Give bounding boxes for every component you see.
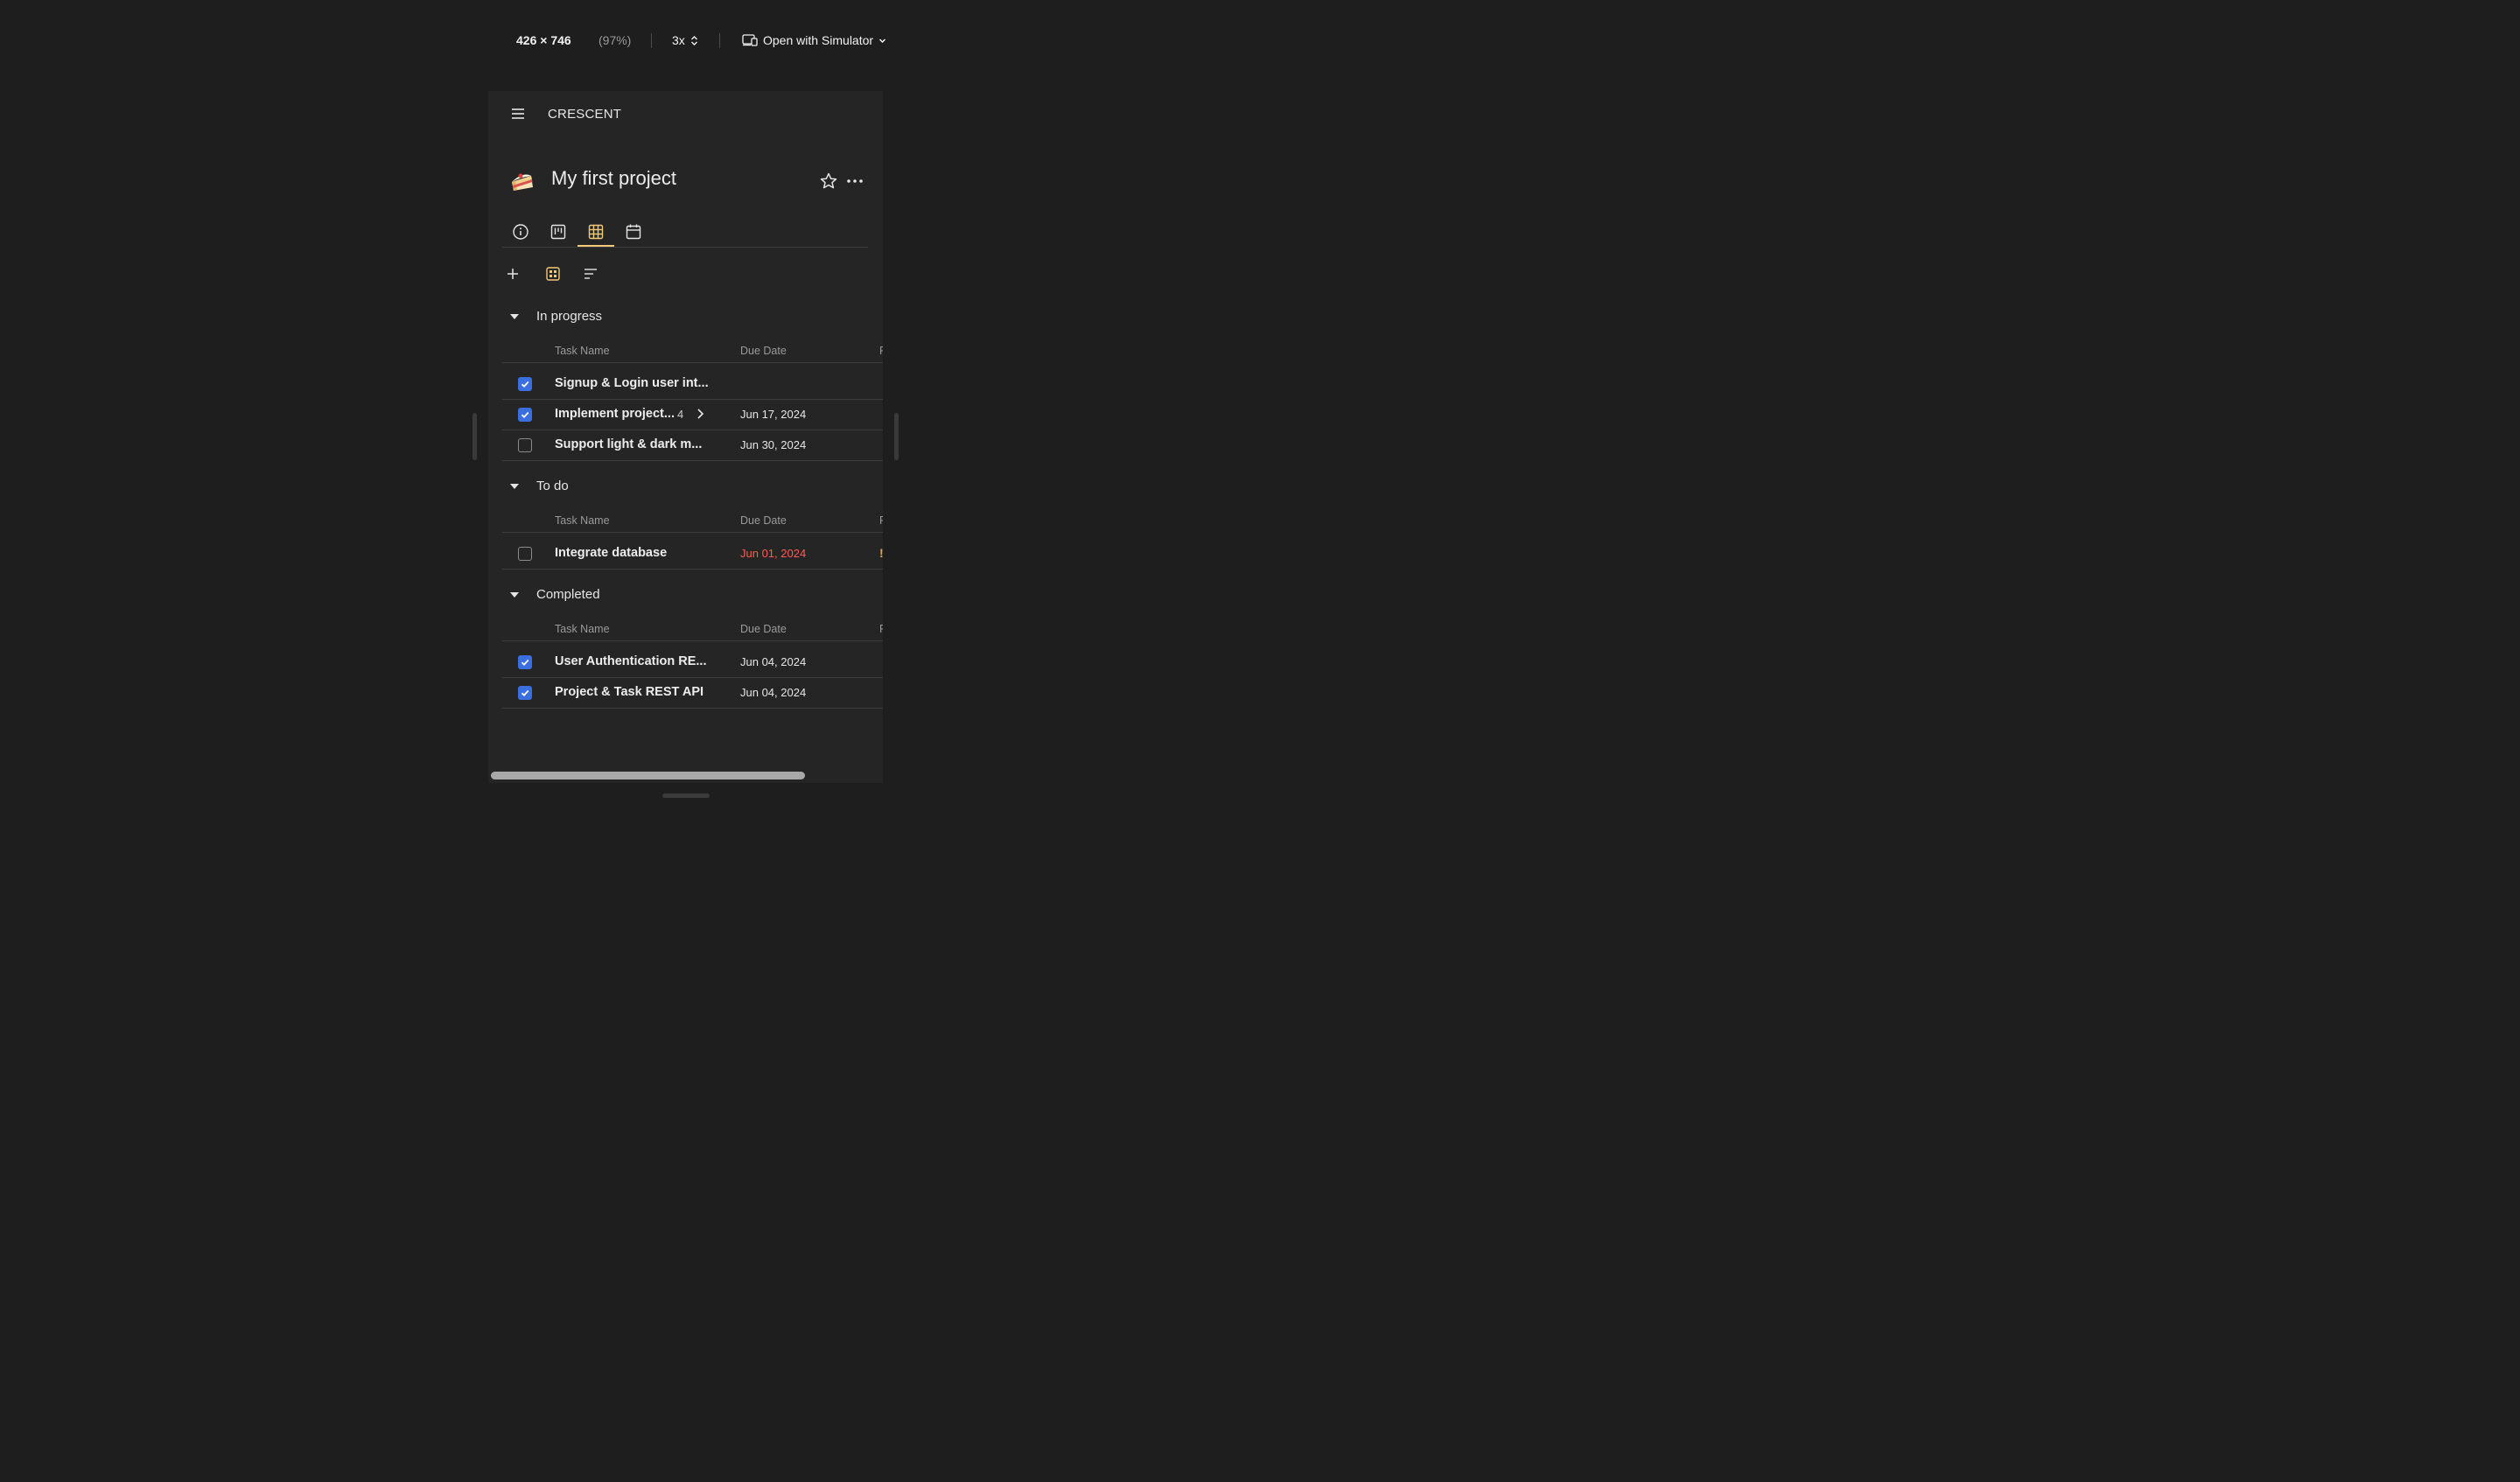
task-name: Project & Task REST API: [555, 685, 704, 699]
table-row[interactable]: Signup & Login user int...: [502, 369, 883, 400]
due-date: Jun 17, 2024: [740, 408, 807, 421]
device-screen: CRESCENT My first project In progress Ta…: [488, 91, 883, 783]
horizontal-scrollbar[interactable]: [491, 772, 805, 779]
divider: [651, 33, 652, 48]
view-tabs: [502, 218, 868, 248]
column-partial: P: [879, 623, 883, 635]
section-title: In progress: [536, 309, 603, 324]
plus-icon: [508, 269, 518, 279]
hamburger-menu-icon[interactable]: [511, 108, 525, 120]
check-icon: [521, 659, 529, 667]
tab-info[interactable]: [502, 218, 539, 246]
chevron-down-icon: [879, 38, 886, 43]
tab-table[interactable]: [578, 218, 614, 247]
table-row[interactable]: User Authentication RE... Jun 04, 2024: [502, 647, 883, 678]
group-icon: [546, 267, 560, 281]
zoom-level: (97%): [598, 33, 632, 47]
star-icon[interactable]: [819, 171, 838, 191]
calendar-icon: [626, 224, 641, 240]
divider: [719, 33, 720, 48]
sort-button[interactable]: [579, 262, 602, 285]
resize-handle-left[interactable]: [472, 413, 477, 460]
scale-label: 3x: [672, 33, 685, 47]
column-task-name[interactable]: Task Name: [555, 514, 610, 527]
section-title: To do: [536, 479, 569, 493]
more-icon[interactable]: [845, 175, 864, 187]
table-row[interactable]: Implement project... 4 Jun 17, 2024: [502, 400, 883, 430]
column-due-date[interactable]: Due Date: [740, 345, 787, 357]
open-with-label: Open with Simulator: [763, 33, 874, 47]
task-checkbox[interactable]: [518, 438, 532, 452]
chevron-right-icon[interactable]: [696, 408, 704, 420]
task-name: Support light & dark m...: [555, 437, 703, 451]
updown-chevron-icon: [690, 36, 697, 45]
column-task-name[interactable]: Task Name: [555, 345, 610, 357]
table-toolbar: [502, 262, 870, 289]
tab-board[interactable]: [540, 218, 577, 246]
tab-calendar[interactable]: [615, 218, 652, 246]
scale-selector[interactable]: 3x: [672, 31, 698, 49]
caret-down-icon: [510, 484, 519, 489]
task-checkbox[interactable]: [518, 547, 532, 561]
sort-icon: [584, 269, 597, 279]
open-with-simulator-button[interactable]: Open with Simulator: [742, 31, 886, 49]
table-icon: [588, 224, 604, 240]
task-checkbox[interactable]: [518, 377, 532, 391]
column-task-name[interactable]: Task Name: [555, 623, 610, 635]
resize-handle-right[interactable]: [894, 413, 899, 460]
task-name: Signup & Login user int...: [555, 376, 709, 390]
column-partial: P: [879, 514, 883, 527]
project-title: My first project: [551, 167, 677, 189]
caret-down-icon: [510, 592, 519, 598]
devices-icon: [742, 34, 758, 46]
priority-indicator: !: [879, 546, 883, 560]
column-due-date[interactable]: Due Date: [740, 514, 787, 527]
check-icon: [521, 689, 529, 697]
task-checkbox[interactable]: [518, 408, 532, 422]
resize-handle-bottom[interactable]: [662, 793, 710, 798]
section-title: Completed: [536, 587, 600, 602]
add-task-button[interactable]: [501, 262, 524, 285]
device-dimensions: 426 × 746: [516, 33, 571, 47]
app-brand: CRESCENT: [548, 107, 622, 122]
check-icon: [521, 411, 529, 419]
table-row[interactable]: Project & Task REST API Jun 04, 2024: [502, 678, 883, 709]
cake-icon: [512, 173, 533, 191]
task-checkbox[interactable]: [518, 686, 532, 700]
table-row[interactable]: Integrate database Jun 01, 2024 !: [502, 539, 883, 570]
task-name: User Authentication RE...: [555, 654, 707, 668]
info-icon: [513, 224, 528, 240]
column-partial: P: [879, 345, 883, 357]
due-date: Jun 30, 2024: [740, 438, 807, 451]
task-name: Integrate database: [555, 546, 668, 560]
simulator-toolbar: 426 × 746 (97%) 3x Open with Simulator: [0, 24, 1372, 56]
due-date-overdue: Jun 01, 2024: [740, 547, 807, 560]
section-header[interactable]: Completed: [502, 586, 765, 605]
column-header-row: Task Name Due Date P: [502, 513, 883, 533]
section-header[interactable]: In progress: [502, 308, 765, 327]
due-date: Jun 04, 2024: [740, 655, 807, 668]
column-header-row: Task Name Due Date P: [502, 621, 883, 641]
subtask-count: 4: [677, 408, 684, 421]
task-checkbox[interactable]: [518, 655, 532, 669]
column-header-row: Task Name Due Date P: [502, 343, 883, 363]
table-row[interactable]: Support light & dark m... Jun 30, 2024: [502, 430, 883, 461]
caret-down-icon: [510, 314, 519, 319]
section-header[interactable]: To do: [502, 478, 765, 497]
group-by-button[interactable]: [542, 262, 564, 285]
task-name: Implement project...: [555, 407, 675, 421]
board-icon: [550, 224, 566, 240]
column-due-date[interactable]: Due Date: [740, 623, 787, 635]
app-header: CRESCENT: [488, 91, 883, 136]
due-date: Jun 04, 2024: [740, 686, 807, 699]
check-icon: [521, 381, 529, 388]
